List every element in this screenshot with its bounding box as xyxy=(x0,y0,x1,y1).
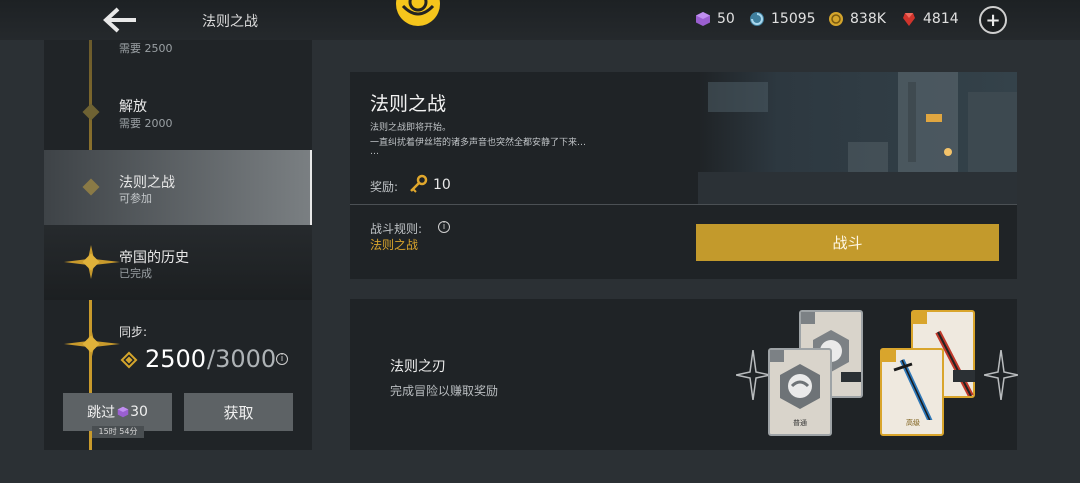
skip-label: 跳过 xyxy=(87,405,116,421)
sync-max: /3000 xyxy=(207,345,277,373)
rules-info-icon[interactable]: i xyxy=(438,221,450,233)
card-rarity-common: 普通 xyxy=(793,419,807,427)
rules-link[interactable]: 法则之战 xyxy=(370,236,418,253)
stage-status: 可参加 xyxy=(119,192,152,205)
purple-cube-icon xyxy=(696,12,710,26)
page-title: 法则之战 xyxy=(202,14,258,30)
sync-info-icon[interactable]: i xyxy=(276,353,288,365)
plus-icon: + xyxy=(985,9,1001,31)
common-card-front[interactable]: 普通 xyxy=(768,348,832,436)
cube-count: 50 xyxy=(717,11,735,27)
sync-label: 同步: xyxy=(119,325,148,339)
reward-label: 奖励: xyxy=(370,180,399,194)
rare-card-front[interactable]: 高级 xyxy=(880,348,944,436)
timeline-star-icon xyxy=(64,245,120,279)
stage-item-previous[interactable]: 需要 2500 xyxy=(44,40,312,75)
stage-status: 已完成 xyxy=(119,267,152,280)
sync-current: 2500 xyxy=(145,345,207,373)
skip-timer: 15时 54分 xyxy=(92,426,144,438)
sparkle-icon xyxy=(984,350,1018,400)
swirl-count: 15095 xyxy=(771,11,816,27)
resource-coins: 838K xyxy=(828,11,886,27)
sync-diamond-icon xyxy=(120,351,138,369)
battle-scene-image xyxy=(698,72,1017,204)
sparkle-icon xyxy=(736,350,770,400)
battle-desc-line3: … xyxy=(370,147,379,157)
blade-title: 法则之刃 xyxy=(390,359,446,375)
add-currency-button[interactable]: + xyxy=(979,6,1007,34)
blue-swirl-icon xyxy=(750,12,764,26)
key-icon xyxy=(410,174,428,193)
stage-requirement: 需要 2500 xyxy=(119,42,173,55)
resource-cubes: 50 xyxy=(695,11,735,27)
gold-coin-icon xyxy=(829,12,843,26)
game-logo xyxy=(391,0,445,28)
stage-name: 法则之战 xyxy=(119,175,175,191)
battle-divider xyxy=(350,204,1017,205)
fight-button[interactable]: 战斗 xyxy=(696,224,999,261)
battle-desc-line1: 法则之战即将开始。 xyxy=(370,123,452,133)
claim-button[interactable]: 获取 xyxy=(184,393,293,431)
coin-count: 838K xyxy=(850,11,886,27)
blade-subtitle: 完成冒险以赚取奖励 xyxy=(390,384,499,398)
purple-cube-icon xyxy=(117,406,129,418)
red-gem-icon xyxy=(903,13,915,26)
sync-star-icon xyxy=(64,327,120,361)
rules-label: 战斗规则: xyxy=(370,222,423,236)
gem-count: 4814 xyxy=(923,11,959,27)
back-arrow-icon xyxy=(103,7,136,33)
reward-value: 10 xyxy=(433,177,451,193)
stage-requirement: 需要 2000 xyxy=(119,117,173,130)
stage-name: 解放 xyxy=(119,99,147,115)
battle-title: 法则之战 xyxy=(370,93,447,115)
back-button[interactable] xyxy=(100,5,140,35)
resource-swirl: 15095 xyxy=(749,11,816,27)
battle-desc-line2: 一直纠扰着伊丝塔的诸多声音也突然全都安静了下来… xyxy=(370,138,587,148)
card-rarity-rare: 高级 xyxy=(906,419,920,427)
stage-name: 帝国的历史 xyxy=(119,250,189,266)
resource-gems: 4814 xyxy=(901,11,959,27)
skip-cost: 30 xyxy=(130,404,148,420)
